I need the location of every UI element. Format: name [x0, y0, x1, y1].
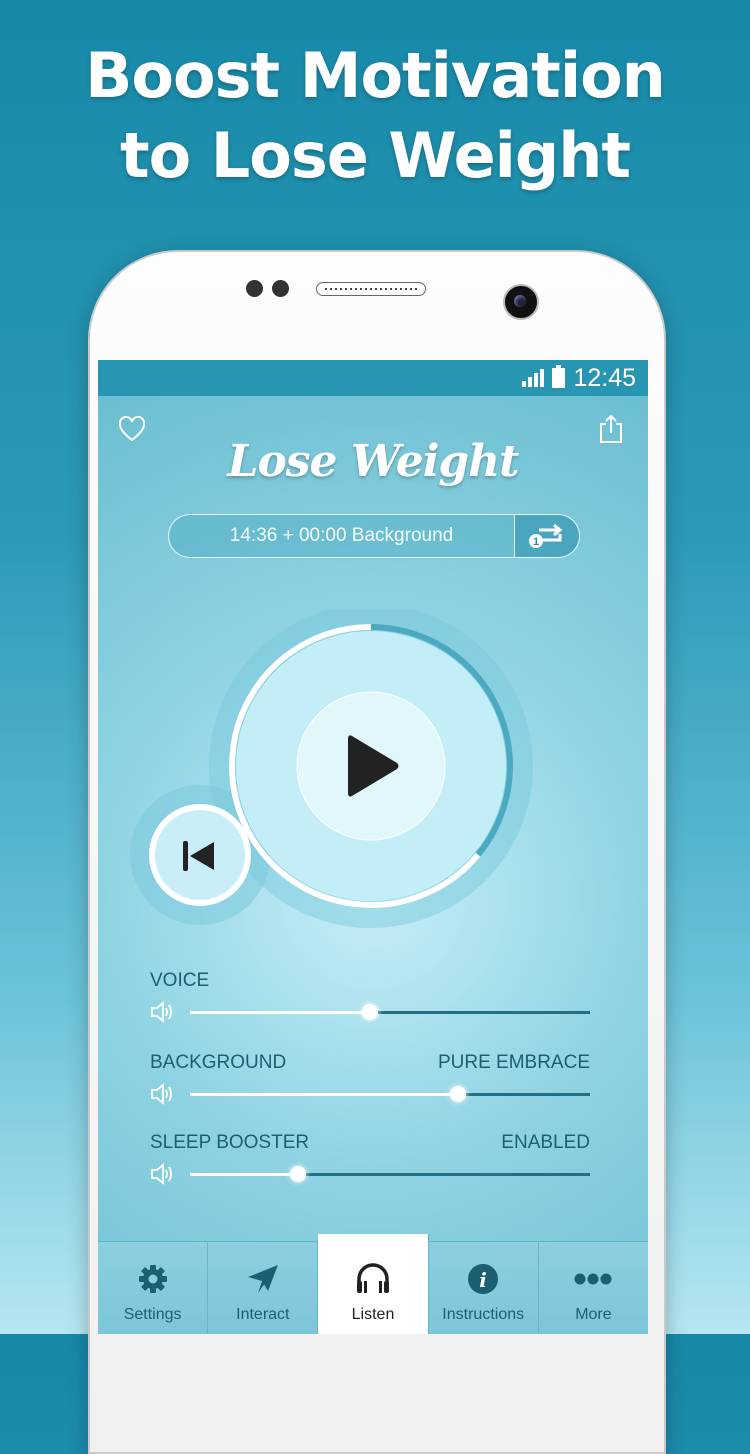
tab-label: Instructions [442, 1306, 525, 1323]
slider-track[interactable] [190, 1003, 590, 1020]
promo-headline-line2: to Lose Weight [119, 119, 631, 192]
phone-camera [503, 284, 539, 320]
repeat-button[interactable]: 1 [514, 515, 579, 557]
slider-label: SLEEP BOOSTER [150, 1132, 310, 1153]
tab-label: More [575, 1306, 612, 1323]
paper-plane-icon [246, 1263, 280, 1306]
bottom-tab-bar: Settings Interact Listen i Instructions More [98, 1234, 648, 1334]
slider-value-label[interactable]: ENABLED [501, 1132, 590, 1158]
session-duration-text: 14:36 + 00:00 Background [229, 525, 454, 546]
svg-text:1: 1 [533, 536, 539, 548]
promo-headline: Boost Motivation to Lose Weight [0, 36, 750, 196]
slider-fill [190, 1092, 458, 1096]
slider-background: BACKGROUND PURE EMBRACE [150, 1052, 590, 1110]
volume-icon[interactable] [150, 1163, 176, 1185]
session-duration-bar[interactable]: 14:36 + 00:00 Background 1 [168, 514, 580, 558]
slider-track[interactable] [190, 1165, 590, 1182]
slider-label: VOICE [150, 970, 210, 991]
slider-thumb[interactable] [290, 1165, 306, 1182]
signal-icon [522, 369, 545, 387]
info-icon: i [467, 1263, 499, 1306]
player [98, 604, 648, 970]
slider-label-row: BACKGROUND PURE EMBRACE [150, 1052, 590, 1078]
tab-interact[interactable]: Interact [208, 1242, 319, 1334]
app-screen: 12:45 Lose Weight 14:36 + 00:00 Backgrou… [98, 360, 648, 1334]
slider-label-row: VOICE [150, 970, 590, 996]
headphones-icon [355, 1261, 391, 1306]
phone-speaker [316, 282, 426, 296]
phone-sensor [246, 280, 263, 297]
slider-sleep-booster: SLEEP BOOSTER ENABLED [150, 1132, 590, 1190]
slider-thumb[interactable] [362, 1003, 378, 1020]
slider-track[interactable] [190, 1085, 590, 1102]
slider-value-label[interactable]: PURE EMBRACE [438, 1052, 590, 1078]
tab-listen[interactable]: Listen [318, 1234, 429, 1334]
tab-label: Listen [351, 1306, 395, 1323]
tab-label: Interact [236, 1306, 290, 1323]
tab-instructions[interactable]: i Instructions [429, 1242, 539, 1334]
tab-more[interactable]: More [539, 1242, 648, 1334]
status-time: 12:45 [573, 363, 636, 392]
battery-icon [552, 365, 566, 388]
volume-icon[interactable] [150, 1001, 176, 1023]
phone-sensor [272, 280, 289, 297]
slider-label-row: SLEEP BOOSTER ENABLED [150, 1132, 590, 1158]
tab-label: Settings [123, 1306, 182, 1323]
more-dots-icon [573, 1263, 613, 1306]
status-bar: 12:45 [98, 360, 648, 396]
tab-settings[interactable]: Settings [98, 1242, 209, 1334]
previous-button[interactable] [149, 804, 251, 906]
gear-icon [137, 1263, 169, 1306]
slider-thumb[interactable] [450, 1085, 466, 1102]
page-title: Lose Weight [227, 436, 520, 487]
slider-fill [190, 1172, 298, 1176]
promo-headline-line1: Boost Motivation [85, 39, 666, 112]
repeat-one-icon: 1 [529, 523, 563, 548]
slider-voice: VOICE [150, 970, 590, 1028]
slider-label: BACKGROUND [150, 1052, 287, 1073]
volume-icon[interactable] [150, 1083, 176, 1105]
svg-text:i: i [479, 1268, 487, 1292]
slider-fill [190, 1010, 370, 1014]
